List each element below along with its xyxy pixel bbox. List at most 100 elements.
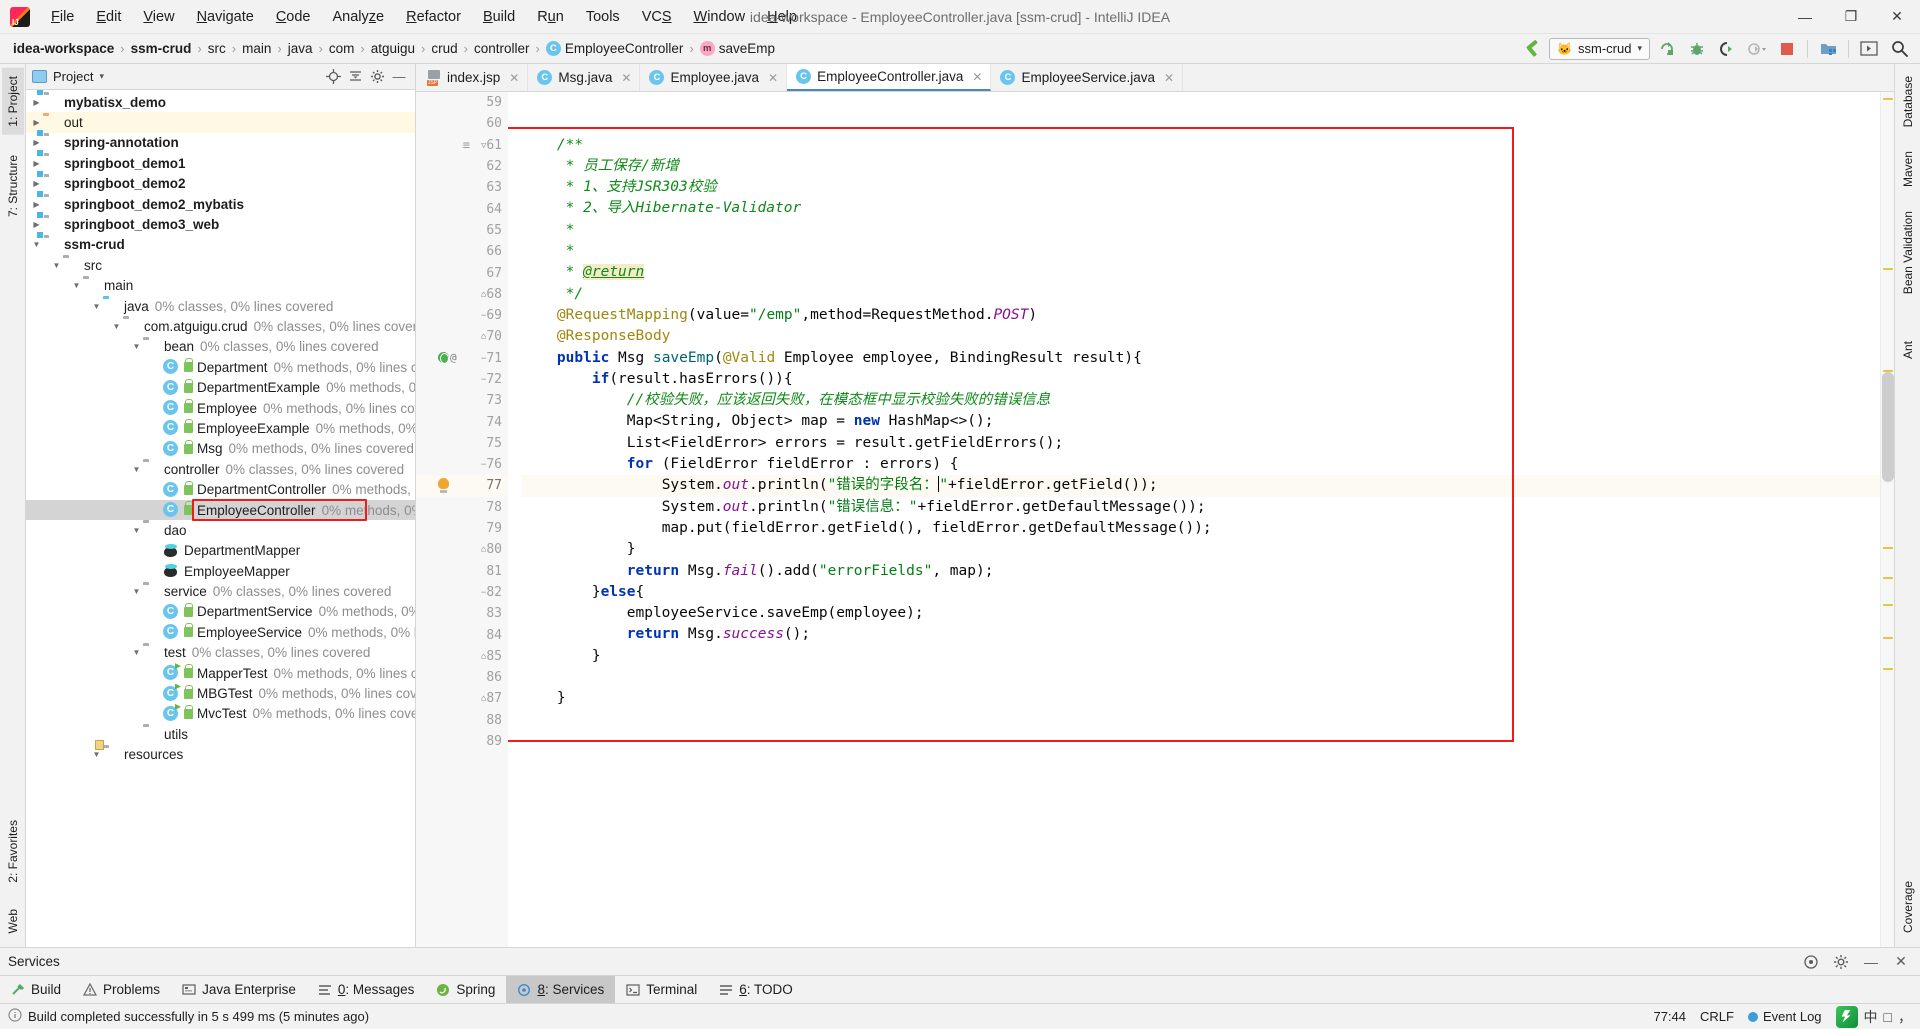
- gutter-line-70[interactable]: ⌂ 70: [416, 326, 508, 347]
- settings-icon[interactable]: [1800, 951, 1822, 973]
- gutter-line-76[interactable]: −76: [416, 454, 508, 475]
- tree-node-mappertest[interactable]: ▶CMapperTest0% methods, 0% lines covered: [26, 663, 415, 683]
- sidebar-item-structure[interactable]: 7: Structure: [2, 147, 24, 225]
- gutter-line-62[interactable]: 62: [416, 156, 508, 177]
- gutter-line-60[interactable]: 60: [416, 113, 508, 134]
- code-line-77[interactable]: System.out.println("错误的字段名： "+fieldError.…: [522, 475, 1880, 497]
- close-tab-icon[interactable]: ✕: [621, 71, 631, 85]
- code-line-88[interactable]: [522, 710, 1880, 731]
- menu-navigate[interactable]: Navigate: [186, 5, 265, 29]
- gutter-line-73[interactable]: 73: [416, 390, 508, 411]
- code-line-89[interactable]: [522, 731, 1880, 752]
- tree-node-springboot-demo1[interactable]: ▶ springboot_demo1: [26, 153, 415, 173]
- code-line-74[interactable]: Map<String, Object> map = new HashMap<>(…: [522, 411, 1880, 432]
- fold-marker-icon[interactable]: −: [481, 354, 490, 364]
- project-tree[interactable]: ▶ mybatisx_demo ▶ out ▶ spring-annotation ▶ spr…: [26, 90, 415, 947]
- search-everywhere-icon[interactable]: [1886, 37, 1912, 61]
- close-tab-icon[interactable]: ✕: [1164, 71, 1174, 85]
- debug-icon[interactable]: [1684, 37, 1710, 61]
- fold-marker-icon[interactable]: ⌂: [481, 694, 490, 704]
- maximize-button[interactable]: ❐: [1828, 0, 1874, 34]
- tree-node-springboot-demo2-mybatis[interactable]: ▶ springboot_demo2_mybatis: [26, 194, 415, 214]
- editor-tab-index-jsp[interactable]: index.jsp ✕: [418, 64, 529, 91]
- collapse-arrow-icon[interactable]: ▼: [30, 240, 43, 249]
- menu-build[interactable]: Build: [472, 5, 526, 29]
- tree-node-bean[interactable]: ▼ bean 0% classes, 0% lines covered: [26, 337, 415, 357]
- code-line-86[interactable]: [522, 667, 1880, 688]
- collapse-arrow-icon[interactable]: ▼: [130, 526, 143, 535]
- tree-node-spring-annotation[interactable]: ▶ spring-annotation: [26, 133, 415, 153]
- code-line-65[interactable]: *: [522, 220, 1880, 241]
- code-line-79[interactable]: map.put(fieldError.getField(), fieldErro…: [522, 518, 1880, 539]
- tree-node-employeecontroller[interactable]: ▶CEmployeeController0% methods, 0% lines…: [26, 499, 415, 521]
- collapse-all-icon[interactable]: [345, 67, 365, 87]
- tool-window-6-todo[interactable]: 6: TODO: [708, 976, 804, 1003]
- breadcrumb-item-ssm-crud[interactable]: ssm-crud: [126, 39, 197, 58]
- editor-tab-bar[interactable]: index.jsp ✕ C Msg.java ✕ C Employee.java ✕ C Empl…: [416, 64, 1894, 92]
- minimize-icon[interactable]: —: [1860, 951, 1882, 973]
- tree-node-controller[interactable]: ▼ controller 0% classes, 0% lines covered: [26, 459, 415, 479]
- tree-node-department[interactable]: ▶CDepartment0% methods, 0% lines covered: [26, 357, 415, 377]
- code-line-59[interactable]: [522, 92, 1880, 113]
- code-line-76[interactable]: for (FieldError fieldError : errors) {: [522, 454, 1880, 475]
- tree-node-utils[interactable]: ▶utils: [26, 724, 415, 744]
- status-message[interactable]: Build completed successfully in 5 s 499 …: [28, 1009, 369, 1024]
- expand-arrow-icon[interactable]: ▶: [30, 220, 43, 229]
- tree-node-springboot-demo2[interactable]: ▶ springboot_demo2: [26, 174, 415, 194]
- tree-node-departmentexample[interactable]: ▶CDepartmentExample0% methods, 0% lines …: [26, 377, 415, 397]
- expand-arrow-icon[interactable]: ▶: [30, 118, 43, 127]
- gutter-line-71[interactable]: @ −71: [416, 348, 508, 369]
- menu-vcs[interactable]: VCS: [631, 5, 683, 29]
- collapse-arrow-icon[interactable]: ▼: [90, 302, 103, 311]
- editor-tab-employeecontroller-java[interactable]: C EmployeeController.java ✕: [787, 64, 992, 91]
- fold-marker-icon[interactable]: ⌂: [481, 290, 490, 300]
- ime-indicator[interactable]: 中 □ ，: [1835, 1005, 1912, 1028]
- collapse-arrow-icon[interactable]: ▼: [130, 587, 143, 596]
- gutter-line-83[interactable]: 83: [416, 603, 508, 624]
- code-line-61[interactable]: /**: [522, 135, 1880, 156]
- code-line-68[interactable]: */: [522, 284, 1880, 305]
- fold-marker-icon[interactable]: ⌂: [481, 545, 490, 555]
- code-line-80[interactable]: }: [522, 539, 1880, 560]
- gutter-line-61[interactable]: ≡ ▽ 61: [416, 135, 508, 156]
- sidebar-item-ant[interactable]: Ant: [1897, 333, 1919, 367]
- gear-icon[interactable]: [1830, 951, 1852, 973]
- gutter-line-74[interactable]: 74: [416, 411, 508, 432]
- breadcrumb-item-src[interactable]: src: [203, 39, 231, 58]
- tree-node-departmentmapper[interactable]: ▶DepartmentMapper: [26, 541, 415, 561]
- tree-node-test[interactable]: ▼ test 0% classes, 0% lines covered: [26, 643, 415, 663]
- tree-node-java[interactable]: ▼ java 0% classes, 0% lines covered: [26, 296, 415, 316]
- code-line-62[interactable]: * 员工保存/新增: [522, 156, 1880, 177]
- collapse-arrow-icon[interactable]: ▼: [50, 261, 63, 270]
- expand-arrow-icon[interactable]: ▶: [30, 138, 43, 147]
- collapse-arrow-icon[interactable]: ▼: [130, 648, 143, 657]
- editor-tab-employeeservice-java[interactable]: C EmployeeService.java ✕: [991, 64, 1184, 91]
- gutter-mark-icon[interactable]: ≡: [463, 138, 470, 152]
- breadcrumb-item-idea-workspace[interactable]: idea-workspace: [8, 39, 119, 58]
- preview-icon[interactable]: [1856, 37, 1882, 61]
- sidebar-item-project[interactable]: 1: Project: [1, 68, 24, 135]
- error-stripe[interactable]: [1880, 92, 1894, 947]
- code-line-60[interactable]: [522, 113, 1880, 134]
- ime-extra[interactable]: □: [1884, 1009, 1892, 1025]
- tool-window-0-messages[interactable]: 0: Messages: [307, 976, 426, 1003]
- gutter-line-66[interactable]: 66: [416, 241, 508, 262]
- collapse-arrow-icon[interactable]: ▼: [90, 750, 103, 759]
- tree-node-departmentcontroller[interactable]: ▶CDepartmentController0% methods, 0% lin…: [26, 479, 415, 499]
- code-line-75[interactable]: List<FieldError> errors = result.getFiel…: [522, 433, 1880, 454]
- menu-run[interactable]: Run: [526, 5, 575, 29]
- tree-node-employeemapper[interactable]: ▶EmployeeMapper: [26, 561, 415, 581]
- editor-tab-employee-java[interactable]: C Employee.java ✕: [640, 64, 788, 91]
- code-line-63[interactable]: * 1、支持JSR303校验: [522, 177, 1880, 198]
- fold-marker-icon[interactable]: ⌂: [481, 652, 490, 662]
- event-log-button[interactable]: Event Log: [1747, 1009, 1822, 1024]
- tree-node-departmentservice[interactable]: ▶CDepartmentService0% methods, 0% lines …: [26, 602, 415, 622]
- gutter-line-88[interactable]: 88: [416, 710, 508, 731]
- code-line-85[interactable]: }: [522, 646, 1880, 667]
- tool-window-problems[interactable]: Problems: [72, 976, 171, 1003]
- tool-window-8-services[interactable]: 8: Services: [506, 976, 616, 1003]
- code-line-73[interactable]: //校验失败，应该返回失败，在模态框中显示校验失败的错误信息: [522, 390, 1880, 411]
- minimize-button[interactable]: —: [1782, 0, 1828, 34]
- fold-marker-icon[interactable]: ▽: [481, 141, 490, 151]
- sidebar-item-favorites[interactable]: 2: Favorites: [2, 812, 24, 891]
